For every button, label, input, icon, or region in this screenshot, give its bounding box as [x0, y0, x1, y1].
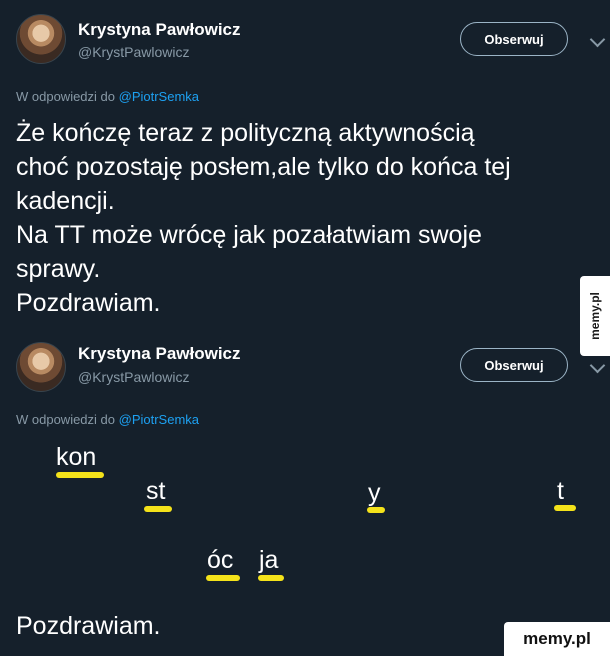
- highlighted-fragment: y: [368, 479, 381, 507]
- watermark-side: memy.pl: [580, 276, 610, 356]
- highlighted-fragment: óc: [207, 546, 234, 574]
- author-handle[interactable]: @KrystPawlowicz: [78, 44, 189, 60]
- chevron-down-icon[interactable]: [589, 357, 606, 374]
- follow-button[interactable]: Obserwuj: [460, 348, 568, 382]
- highlight-underline: [144, 506, 172, 512]
- highlight-underline: [56, 472, 104, 478]
- highlighted-fragment: kon: [56, 443, 97, 471]
- reply-mention-link[interactable]: @PiotrSemka: [119, 89, 199, 104]
- author-name[interactable]: Krystyna Pawłowicz: [78, 20, 241, 40]
- author-name[interactable]: Krystyna Pawłowicz: [78, 344, 241, 364]
- avatar[interactable]: [16, 14, 66, 64]
- highlighted-fragment: t: [557, 477, 564, 505]
- author-handle[interactable]: @KrystPawlowicz: [78, 369, 189, 385]
- watermark-side-text: memy.pl: [588, 292, 603, 340]
- tweet-edited: Krystyna Pawłowicz @KrystPawlowicz Obser…: [0, 330, 610, 656]
- highlighted-fragment: ja: [259, 546, 279, 574]
- highlighted-fragment: st: [146, 477, 166, 505]
- chevron-down-icon[interactable]: [589, 31, 606, 48]
- highlight-underline: [206, 575, 240, 581]
- highlight-underline: [258, 575, 284, 581]
- reply-prefix: W odpowiedzi do: [16, 412, 115, 427]
- reply-prefix: W odpowiedzi do: [16, 89, 115, 104]
- reply-context: W odpowiedzi do @PiotrSemka: [16, 412, 199, 427]
- highlight-underline: [554, 505, 576, 511]
- reply-mention-link[interactable]: @PiotrSemka: [119, 412, 199, 427]
- watermark-corner: memy.pl: [504, 622, 610, 656]
- tweet-text: Że kończę teraz z polityczną aktywnością…: [16, 119, 511, 317]
- avatar[interactable]: [16, 342, 66, 392]
- highlight-underline: [367, 507, 385, 513]
- tweet-original: Krystyna Pawłowicz @KrystPawlowicz Obser…: [0, 0, 610, 330]
- follow-button[interactable]: Obserwuj: [460, 22, 568, 56]
- signoff-text: Pozdrawiam.: [16, 612, 161, 640]
- reply-context: W odpowiedzi do @PiotrSemka: [16, 89, 199, 104]
